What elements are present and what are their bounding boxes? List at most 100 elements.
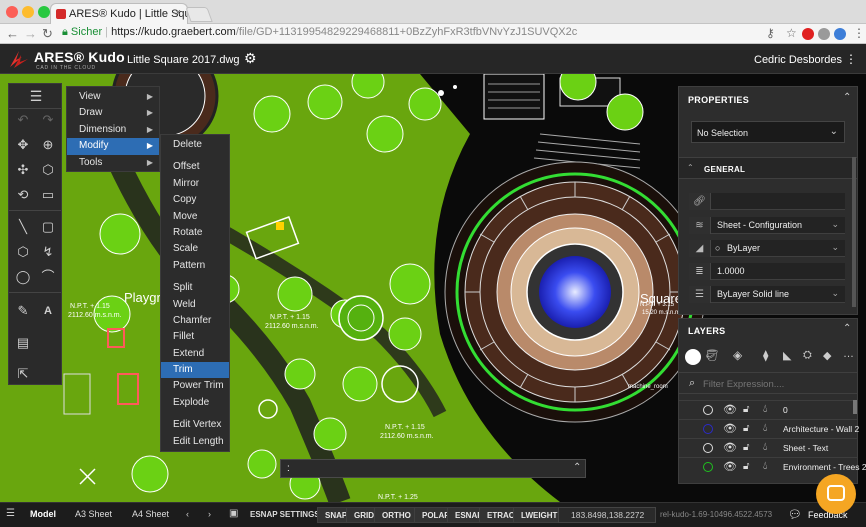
tab-a4-sheet[interactable]: A4 Sheet — [132, 509, 169, 519]
ortho-toggle[interactable]: ORTHO — [374, 507, 419, 523]
layer-stack-icon[interactable]: ◈ — [733, 348, 742, 362]
collapse-panel-icon[interactable]: ⌃ — [843, 323, 851, 334]
menu-item-fillet[interactable]: Fillet — [161, 329, 229, 345]
arc-tool-icon[interactable]: ⌒ — [37, 267, 59, 287]
layer-row[interactable]: 👁︎ 🔓︎ 💧︎ Architecture - Wall 2 — [679, 419, 859, 437]
polyline-tool-icon[interactable]: ↯ — [37, 242, 59, 262]
tab-a3-sheet[interactable]: A3 Sheet — [75, 509, 112, 519]
eye-icon[interactable]: 👁︎ — [723, 403, 737, 416]
layer-on-icon[interactable] — [703, 405, 713, 415]
menu-item-explode[interactable]: Explode — [161, 395, 229, 411]
collapse-panel-icon[interactable]: ⌃ — [843, 92, 851, 103]
forward-icon[interactable]: → — [24, 26, 37, 41]
zoom-icon[interactable]: ⊕ — [37, 135, 59, 155]
menu-item-power-trim[interactable]: Power Trim — [161, 378, 229, 394]
expand-history-icon[interactable]: ⌃ — [573, 462, 581, 473]
menu-item-modify[interactable]: Modify ▶ — [67, 138, 159, 155]
settings-gear-icon[interactable]: ⚙ — [244, 50, 257, 67]
layer-color-icon[interactable]: ◣ — [783, 349, 791, 362]
url-field[interactable]: 🔒︎ Sicher | https://kudo.graebert.com/fi… — [62, 26, 752, 42]
layer-on-icon[interactable] — [703, 443, 713, 453]
filter-expression-input[interactable] — [703, 376, 843, 392]
menu-item-trim[interactable]: Trim — [161, 362, 229, 379]
hyperlink-row[interactable]: 🔗︎ — [689, 193, 845, 210]
eye-icon[interactable]: 👁︎ — [723, 441, 737, 454]
close-tab-icon[interactable]: × — [175, 7, 181, 19]
browser-tab[interactable]: ARES® Kudo | Little Square 201 × — [50, 3, 188, 24]
layer-row[interactable]: ≋ Sheet - Configuration ⌄ — [689, 217, 845, 234]
tab-model[interactable]: Model — [30, 509, 56, 519]
scrollbar[interactable] — [853, 400, 857, 414]
menu-item-dimension[interactable]: Dimension ▶ — [67, 122, 159, 138]
color-row[interactable]: ◢ ○ ByLayer ⌄ — [689, 240, 845, 257]
key-icon[interactable]: ⚷ — [766, 26, 775, 40]
close-window-button[interactable] — [6, 6, 18, 18]
new-tab-button[interactable] — [185, 7, 213, 22]
circle-tool-icon[interactable]: ◯ — [12, 267, 34, 287]
menu-item-chamfer[interactable]: Chamfer — [161, 313, 229, 329]
line-tool-icon[interactable]: ╲ — [12, 217, 34, 237]
linetype-row[interactable]: ☰ ByLayer Solid line ⌄ — [689, 286, 845, 303]
unlock-icon[interactable]: 🔓︎ — [743, 461, 749, 472]
menu-item-split[interactable]: Split — [161, 280, 229, 296]
color-drop-icon[interactable]: 💧︎ — [763, 460, 767, 473]
eye-icon[interactable]: 👁︎ — [723, 422, 737, 435]
sheets-menu-icon[interactable]: ☰ — [6, 508, 15, 519]
layer-row[interactable]: 👁︎ 🔓︎ 💧︎ 0 — [679, 400, 857, 418]
minimize-window-button[interactable] — [22, 6, 34, 18]
unlock-icon[interactable]: 🔓︎ — [743, 404, 749, 415]
bookmark-star-icon[interactable]: ☆ — [786, 26, 797, 40]
extension-icon[interactable] — [834, 28, 846, 40]
rectangle-tool-icon[interactable]: ▢ — [37, 217, 59, 237]
save-icon[interactable]: ▣ — [229, 508, 238, 519]
menu-item-weld[interactable]: Weld — [161, 297, 229, 313]
scrollbar[interactable] — [852, 157, 856, 307]
next-sheet-icon[interactable]: › — [208, 509, 211, 519]
layer-delete-icon[interactable]: ◆ — [823, 349, 831, 362]
menu-item-pattern[interactable]: Pattern — [161, 258, 229, 274]
menu-item-mirror[interactable]: Mirror — [161, 176, 229, 192]
extension-icon[interactable] — [818, 28, 830, 40]
user-name[interactable]: Cedric Desbordes — [754, 54, 842, 66]
esnap-settings-button[interactable]: ESNAP SETTINGS — [250, 510, 320, 519]
more-vertical-icon[interactable]: ⋮ — [845, 52, 857, 66]
cube-view-icon[interactable]: ⬡ — [37, 160, 59, 180]
measure-icon[interactable]: ▭ — [37, 185, 59, 205]
pencil-icon[interactable]: ✎ — [12, 301, 34, 321]
selection-dropdown[interactable]: No Selection ⌄ — [691, 121, 845, 143]
orbit-icon[interactable]: ✣ — [12, 160, 34, 180]
general-section-header[interactable]: ⌃ GENERAL — [679, 157, 857, 179]
color-drop-icon[interactable]: 💧︎ — [763, 403, 767, 416]
unlock-icon[interactable]: 🔓︎ — [743, 442, 749, 453]
linetype-scale-row[interactable]: ≣ 1.0000 — [689, 263, 845, 280]
browser-menu-icon[interactable]: ⋮ — [853, 26, 865, 40]
menu-item-view[interactable]: View ▶ — [67, 89, 159, 105]
menu-item-delete[interactable]: Delete — [161, 137, 229, 153]
text-tool-icon[interactable]: A — [37, 301, 59, 321]
pan-icon[interactable]: ✥ — [12, 135, 34, 155]
maximize-window-button[interactable] — [38, 6, 50, 18]
menu-item-move[interactable]: Move — [161, 209, 229, 225]
layer-row[interactable]: 👁︎ 🔓︎ 💧︎ Environment - Trees 2 — [679, 457, 866, 475]
menu-item-offset[interactable]: Offset — [161, 159, 229, 175]
menu-item-draw[interactable]: Draw ▶ — [67, 105, 159, 121]
unlock-icon[interactable]: 🔓︎ — [743, 423, 749, 434]
layer-on-icon[interactable] — [703, 462, 713, 472]
current-layer-color-icon[interactable] — [685, 349, 701, 365]
hamburger-menu-icon[interactable]: ☰ — [25, 86, 47, 106]
feedback-chat-bubble[interactable] — [816, 474, 856, 514]
layer-on-icon[interactable] — [703, 424, 713, 434]
back-icon[interactable]: ← — [6, 26, 19, 41]
color-drop-icon[interactable]: 💧︎ — [763, 441, 767, 454]
menu-item-copy[interactable]: Copy — [161, 192, 229, 208]
more-options-icon[interactable]: … — [843, 348, 854, 360]
layer-filter[interactable]: ⌕ — [679, 372, 857, 394]
menu-item-scale[interactable]: Scale — [161, 241, 229, 257]
menu-item-edit-length[interactable]: Edit Length — [161, 434, 229, 450]
redo-icon[interactable]: ↷ — [37, 110, 59, 130]
hatch-tool-icon[interactable]: ▤ — [12, 333, 34, 353]
menu-item-edit-vertex[interactable]: Edit Vertex — [161, 417, 229, 433]
refresh-view-icon[interactable]: ⟲ — [12, 185, 34, 205]
menu-item-rotate[interactable]: Rotate — [161, 225, 229, 241]
command-line[interactable]: : ⌃ — [280, 459, 586, 478]
